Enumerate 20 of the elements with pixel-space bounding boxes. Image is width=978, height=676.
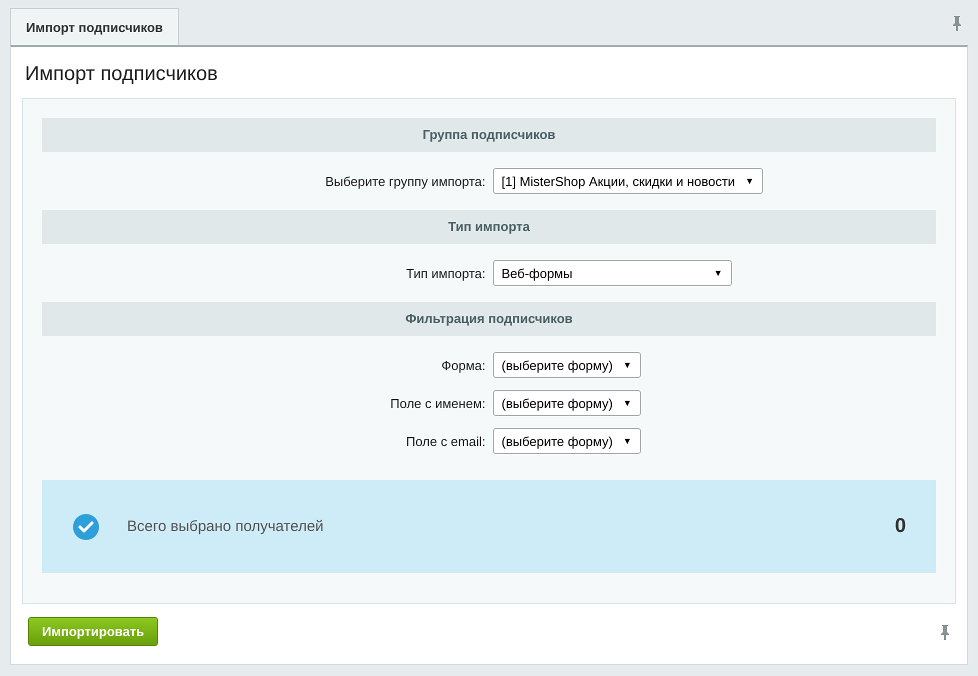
field-label: Поле с именем: <box>389 396 486 410</box>
recipient-count: 0 <box>894 515 906 538</box>
section-header: Тип импорта <box>42 210 936 244</box>
select-field[interactable]: (выберите форму) ▼ <box>492 390 641 416</box>
page-title: Импорт подписчиков <box>24 62 219 87</box>
tab[interactable]: Импорт подписчиков <box>10 8 179 45</box>
field-label: Поле с email: <box>404 434 486 448</box>
select-field[interactable]: (выберите форму) ▼ <box>492 352 641 378</box>
summary-label: Всего выбрано получателей <box>127 518 325 535</box>
check-icon <box>72 512 100 540</box>
section-header: Группа подписчиков <box>42 118 936 152</box>
field-label: Выберите группу импорта: <box>324 174 486 188</box>
select-field[interactable]: (выберите форму) ▼ <box>492 428 641 454</box>
field-label: Тип импорта: <box>405 266 486 280</box>
select-field[interactable]: Веб-формы ▼ <box>492 260 732 286</box>
section-header: Фильтрация подписчиков <box>42 302 936 336</box>
pin-icon[interactable] <box>940 624 950 640</box>
field-label: Форма: <box>440 358 486 372</box>
pin-icon[interactable] <box>952 15 962 31</box>
select-field[interactable]: [1] MisterShop Акции, скидки и новости ▼ <box>492 168 763 194</box>
